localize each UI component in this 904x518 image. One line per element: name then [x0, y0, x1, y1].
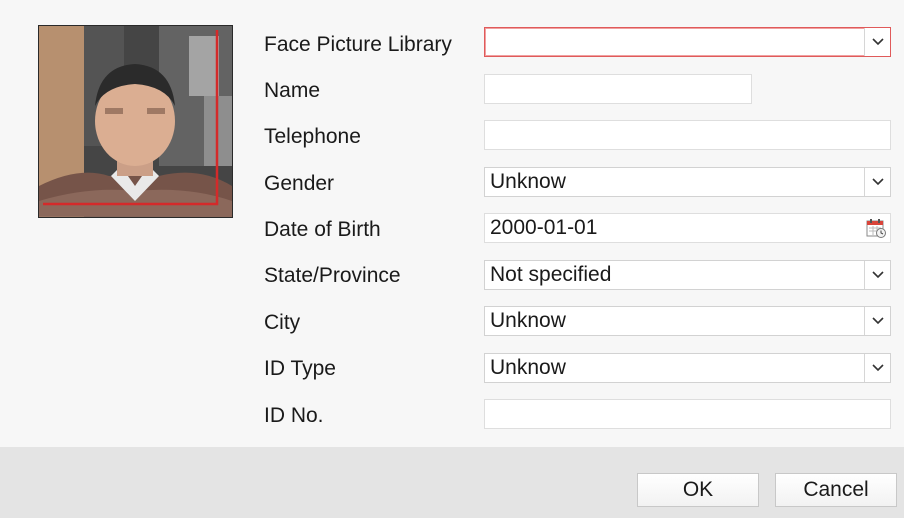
- cancel-button[interactable]: Cancel: [775, 473, 897, 507]
- name-input[interactable]: [484, 74, 752, 104]
- date-of-birth-input[interactable]: 2000-01-01: [484, 213, 891, 243]
- id-no-label: ID No.: [264, 404, 324, 427]
- telephone-input[interactable]: [484, 120, 891, 150]
- face-picture-library-select[interactable]: [484, 27, 891, 57]
- state-province-value: Not specified: [490, 263, 612, 286]
- ok-button[interactable]: OK: [637, 473, 759, 507]
- chevron-down-icon[interactable]: [864, 168, 890, 196]
- date-of-birth-value: 2000-01-01: [490, 216, 598, 239]
- form-area: Face Picture Library Name Telephone Gend…: [0, 0, 904, 447]
- city-select[interactable]: Unknow: [484, 306, 891, 336]
- dialog-footer: [0, 447, 904, 518]
- calendar-icon[interactable]: [862, 214, 890, 242]
- gender-select[interactable]: Unknow: [484, 167, 891, 197]
- chevron-down-icon[interactable]: [864, 28, 890, 56]
- chevron-down-icon[interactable]: [864, 261, 890, 289]
- name-label: Name: [264, 79, 321, 102]
- city-label: City: [264, 311, 301, 334]
- id-type-value: Unknow: [490, 356, 566, 379]
- face-picture-library-label: Face Picture Library: [264, 33, 452, 56]
- add-face-dialog: Face Picture Library Name Telephone Gend…: [0, 0, 904, 518]
- chevron-down-icon[interactable]: [864, 354, 890, 382]
- chevron-down-icon[interactable]: [864, 307, 890, 335]
- telephone-label: Telephone: [264, 125, 361, 148]
- date-of-birth-label: Date of Birth: [264, 218, 381, 241]
- id-no-input[interactable]: [484, 399, 891, 429]
- face-photo: [38, 25, 233, 218]
- id-type-select[interactable]: Unknow: [484, 353, 891, 383]
- id-type-label: ID Type: [264, 357, 336, 380]
- gender-label: Gender: [264, 172, 335, 195]
- state-province-select[interactable]: Not specified: [484, 260, 891, 290]
- city-value: Unknow: [490, 309, 566, 332]
- gender-value: Unknow: [490, 170, 566, 193]
- state-province-label: State/Province: [264, 264, 401, 287]
